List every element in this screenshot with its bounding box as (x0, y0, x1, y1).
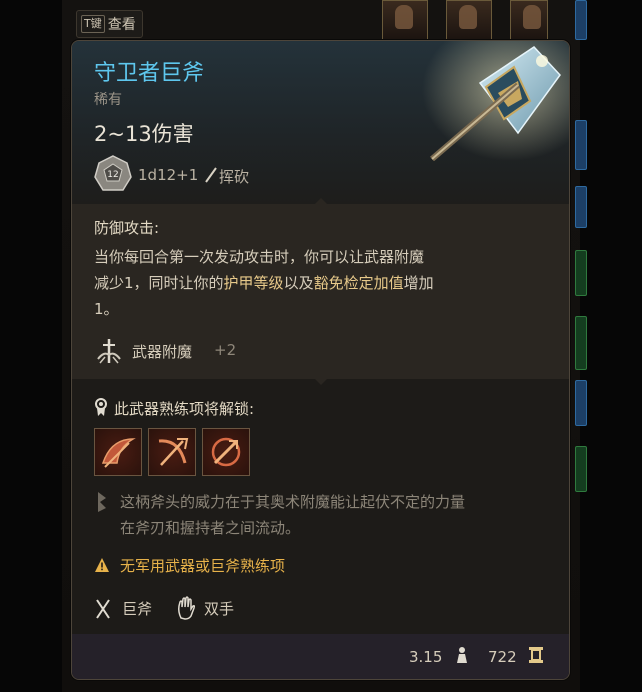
lore-text: 这柄斧头的威力在于其奥术附魔能让起伏不定的力量 在斧刃和握持者之间流动。 (120, 493, 466, 537)
item-name: 守卫者巨斧 (94, 61, 205, 86)
rush-attack-icon[interactable] (202, 428, 250, 476)
lacerate-icon[interactable] (148, 428, 196, 476)
right-backdrop (580, 0, 642, 692)
item-rarity: 稀有 (94, 92, 122, 108)
cleave-icon[interactable] (94, 428, 142, 476)
side-slot[interactable] (575, 380, 587, 426)
die-face: 12 (107, 170, 118, 180)
slashing-icon (205, 167, 217, 183)
item-damage-range: 2~13伤害 (94, 122, 194, 146)
item-tooltip: 守卫者巨斧 稀有 2~13伤害 12 1d12+1 挥砍 防御攻击: 当你每回合… (71, 40, 570, 680)
passive-title: 防御攻击: (94, 219, 160, 237)
armour-class-keyword[interactable]: 护甲等级 (224, 274, 284, 292)
gold-icon (529, 647, 543, 663)
weapon-type[interactable]: 巨斧 (122, 598, 152, 619)
sword-enchantment-icon (97, 339, 121, 364)
item-price: 722 (488, 648, 517, 666)
greataxe-icon (422, 41, 569, 161)
proficiency-icon (95, 398, 107, 416)
d12-die-icon: 12 (94, 155, 132, 191)
proficiency-warning: 无军用武器或巨斧熟练项 (120, 557, 286, 575)
keycap-t: T键 (81, 15, 105, 33)
passive-text-line: 1。 (94, 300, 119, 318)
item-weight: 3.15 (409, 648, 443, 666)
damage-dice: 1d12+1 (138, 166, 199, 184)
two-handed-icon (178, 596, 196, 620)
examine-hint[interactable]: T键 查看 (76, 10, 143, 38)
side-slot[interactable] (575, 446, 587, 492)
saving-throw-keyword[interactable]: 豁免检定加值 (314, 274, 404, 292)
side-slot[interactable] (575, 0, 587, 40)
passive-text-line: 当你每回合第一次发动攻击时，你可以让武器附魔 (94, 248, 425, 266)
examine-label: 查看 (107, 17, 136, 33)
enchantment-bonus: +2 (214, 341, 237, 359)
divider-notch (315, 379, 327, 385)
weight-icon (457, 647, 467, 663)
passive-text-line: 减少1，同时让你的护甲等级以及豁免检定加值增加 (94, 274, 434, 292)
side-slot[interactable] (575, 120, 587, 170)
handedness[interactable]: 双手 (204, 598, 234, 619)
enchantment-label: 武器附魔 (132, 343, 193, 361)
side-slot[interactable] (575, 250, 587, 296)
divider-notch (315, 198, 327, 204)
greataxe-type-icon (96, 599, 110, 619)
party-portrait-1[interactable] (382, 0, 428, 40)
side-slot[interactable] (575, 316, 587, 370)
left-backdrop (0, 0, 62, 692)
party-portrait-3[interactable] (510, 0, 548, 40)
lore-quill-icon (98, 492, 106, 512)
proficiency-unlock-label: 此武器熟练项将解锁: (114, 400, 255, 418)
side-slot[interactable] (575, 186, 587, 228)
damage-type: 挥砍 (219, 168, 250, 186)
warning-icon (95, 558, 109, 572)
party-portrait-2[interactable] (446, 0, 492, 40)
